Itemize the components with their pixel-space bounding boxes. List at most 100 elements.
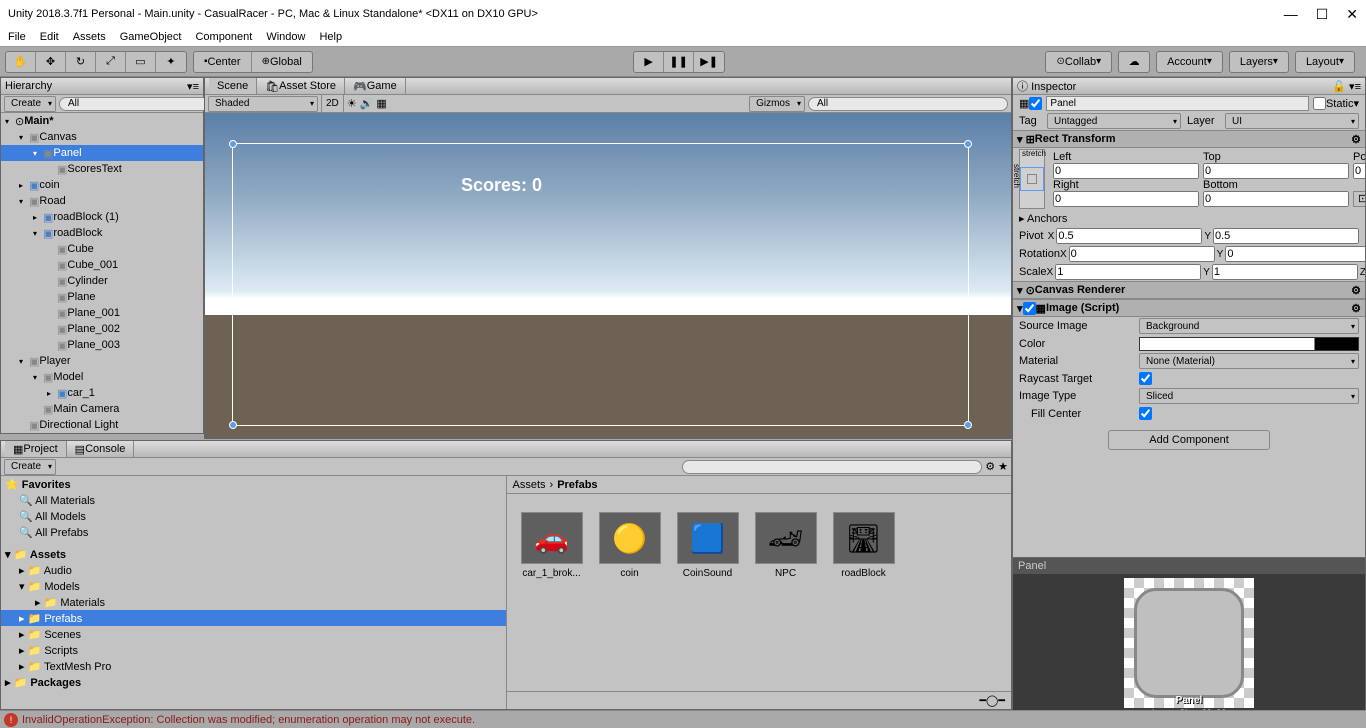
asset-item[interactable]: 🟦CoinSound — [675, 512, 741, 673]
menu-gameobject[interactable]: GameObject — [120, 31, 182, 43]
scene-row[interactable]: ▾⊙ Main* — [1, 113, 203, 129]
tag-dropdown[interactable]: Untagged — [1047, 113, 1181, 129]
pause-button[interactable]: ❚❚ — [664, 52, 694, 72]
add-component-button[interactable]: Add Component — [1108, 430, 1270, 450]
audio-icon[interactable]: 🔊 — [360, 97, 374, 110]
layout-button[interactable]: Layout ▾ — [1296, 52, 1354, 72]
hierarchy-tab[interactable]: Hierarchy — [5, 80, 52, 92]
mode-2d-button[interactable]: 2D — [321, 94, 344, 114]
project-tab[interactable]: ▦ Project — [5, 441, 67, 457]
object-name-field[interactable] — [1046, 96, 1309, 111]
hierarchy-item[interactable]: ▾▣ Panel — [1, 145, 203, 161]
hierarchy-item[interactable]: ▾▣ Model — [1, 369, 203, 385]
favorites-header[interactable]: ⭐ Favorites — [1, 476, 506, 492]
folder-item[interactable]: ▸ 📁 Audio — [1, 562, 506, 578]
menu-window[interactable]: Window — [266, 31, 305, 43]
menu-component[interactable]: Component — [195, 31, 252, 43]
hierarchy-item[interactable]: ▣ Plane_003 — [1, 337, 203, 353]
close-icon[interactable]: ✕ — [1346, 6, 1358, 23]
project-tree[interactable]: ⭐ Favorites🔍 All Materials🔍 All Models🔍 … — [1, 476, 507, 709]
hierarchy-item[interactable]: ▣ Cube — [1, 241, 203, 257]
gizmos-dropdown[interactable]: Gizmos — [749, 96, 805, 112]
minimize-icon[interactable]: — — [1284, 6, 1298, 23]
filter-icon[interactable]: ⚙ — [985, 460, 995, 473]
hierarchy-item[interactable]: ▣ Cube_001 — [1, 257, 203, 273]
transform-tool-icon[interactable]: ✦ — [156, 52, 186, 72]
hierarchy-item[interactable]: ▣ Plane_001 — [1, 305, 203, 321]
hierarchy-item[interactable]: ▾▣ Road — [1, 193, 203, 209]
create-dropdown[interactable]: Create — [4, 96, 56, 112]
image-script-header[interactable]: ▾ ▦ Image (Script)⚙ — [1013, 299, 1365, 317]
scene-view[interactable]: Scores: 0 — [205, 113, 1011, 438]
error-icon[interactable]: ! — [4, 713, 18, 727]
hand-tool-icon[interactable]: ✋ — [6, 52, 36, 72]
thumbnail-slider[interactable]: ━◯━ — [979, 694, 1005, 707]
fx-icon[interactable]: ▦ — [376, 97, 386, 110]
rotate-tool-icon[interactable]: ↻ — [66, 52, 96, 72]
canvas-renderer-header[interactable]: ▾ ⊙ Canvas Renderer⚙ — [1013, 281, 1365, 299]
hierarchy-item[interactable]: ▣ ScoresText — [1, 161, 203, 177]
maximize-icon[interactable]: ☐ — [1316, 6, 1329, 23]
favorite-item[interactable]: 🔍 All Prefabs — [1, 524, 506, 540]
menu-assets[interactable]: Assets — [73, 31, 106, 43]
menu-file[interactable]: File — [8, 31, 26, 43]
panel-menu-icon[interactable]: ▾≡ — [187, 80, 199, 93]
left-field[interactable] — [1053, 163, 1199, 179]
collab-button[interactable]: ⊙ Collab ▾ — [1046, 52, 1111, 72]
favorite-item[interactable]: 🔍 All Materials — [1, 492, 506, 508]
anchors-foldout[interactable]: ▸ Anchors — [1019, 212, 1067, 225]
step-button[interactable]: ▶❚ — [694, 52, 724, 72]
light-icon[interactable]: ☀ — [347, 97, 357, 110]
hierarchy-search[interactable] — [59, 97, 209, 111]
move-tool-icon[interactable]: ✥ — [36, 52, 66, 72]
hierarchy-item[interactable]: ▸▣ car_1 — [1, 385, 203, 401]
inspector-tab[interactable]: ⓘ Inspector — [1017, 78, 1076, 94]
hierarchy-item[interactable]: ▣ Plane_002 — [1, 321, 203, 337]
pivot-global-button[interactable]: ⊕ Global — [252, 52, 312, 72]
pivot-x-field[interactable] — [1056, 228, 1202, 244]
anchor-preset-icon[interactable]: stretch stretch — [1019, 149, 1045, 209]
hierarchy-item[interactable]: ▣ Plane — [1, 289, 203, 305]
folder-item[interactable]: ▸ 📁 Prefabs — [1, 610, 506, 626]
image-type-dropdown[interactable]: Sliced — [1139, 388, 1359, 404]
rot-x-field[interactable] — [1069, 246, 1215, 262]
game-tab[interactable]: 🎮 Game — [345, 78, 406, 94]
assets-folder[interactable]: ▾ 📁 Assets — [1, 546, 506, 562]
hierarchy-item[interactable]: ▾▣ Player — [1, 353, 203, 369]
raycast-checkbox[interactable] — [1139, 372, 1152, 385]
source-image-field[interactable]: Background — [1139, 318, 1359, 334]
layer-dropdown[interactable]: UI — [1225, 113, 1359, 129]
menu-help[interactable]: Help — [319, 31, 342, 43]
packages-folder[interactable]: ▸ 📁 Packages — [1, 674, 506, 690]
color-field[interactable] — [1139, 337, 1359, 351]
project-create-dropdown[interactable]: Create — [4, 459, 56, 475]
asset-item[interactable]: 🏎NPC — [753, 512, 819, 673]
project-search[interactable] — [682, 460, 982, 474]
breadcrumb-assets[interactable]: Assets — [513, 479, 546, 491]
pivot-center-button[interactable]: ▪ Center — [194, 52, 252, 72]
rect-tool-icon[interactable]: ▭ — [126, 52, 156, 72]
cloud-icon[interactable]: ☁ — [1119, 52, 1149, 72]
hierarchy-item[interactable]: ▣ Cylinder — [1, 273, 203, 289]
folder-item[interactable]: ▸ 📁 Scenes — [1, 626, 506, 642]
hierarchy-item[interactable]: ▸▣ coin — [1, 177, 203, 193]
play-button[interactable]: ▶ — [634, 52, 664, 72]
rot-y-field[interactable] — [1225, 246, 1366, 262]
folder-item[interactable]: ▸ 📁 Scripts — [1, 642, 506, 658]
fill-center-checkbox[interactable] — [1139, 407, 1152, 420]
asset-grid[interactable]: 🚗car_1_brok...🟡coin🟦CoinSound🏎NPC🛣roadBl… — [507, 494, 1012, 691]
layers-button[interactable]: Layers ▾ — [1230, 52, 1288, 72]
rect-transform-header[interactable]: ▾ ⊞ Rect Transform⚙ — [1013, 130, 1365, 148]
scene-search[interactable] — [808, 97, 1008, 111]
shaded-dropdown[interactable]: Shaded — [208, 96, 318, 112]
scale-x-field[interactable] — [1055, 264, 1201, 280]
error-message[interactable]: InvalidOperationException: Collection wa… — [22, 714, 475, 726]
favorite-item[interactable]: 🔍 All Models — [1, 508, 506, 524]
folder-item[interactable]: ▾ 📁 Models — [1, 578, 506, 594]
bottom-field[interactable] — [1203, 191, 1349, 207]
asset-item[interactable]: 🛣roadBlock — [831, 512, 897, 673]
scale-y-field[interactable] — [1212, 264, 1358, 280]
posz-field[interactable] — [1353, 163, 1366, 179]
inspector-lock-icon[interactable]: 🔓 ▾≡ — [1332, 80, 1361, 93]
right-field[interactable] — [1053, 191, 1199, 207]
